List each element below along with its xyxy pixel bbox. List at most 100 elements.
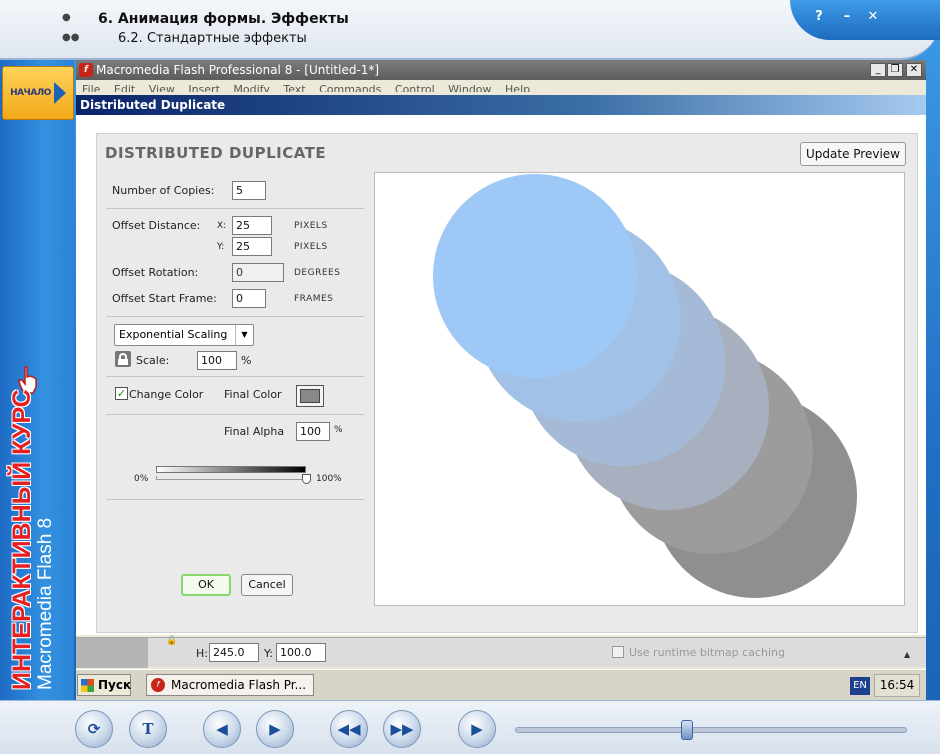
change-color-checkbox[interactable]: ✓: [115, 387, 128, 400]
start-frame-label: Offset Start Frame:: [112, 292, 217, 305]
windows-flag-icon: [81, 679, 94, 692]
ok-button[interactable]: OK: [181, 574, 231, 596]
start-menu-button[interactable]: Пуск: [77, 674, 131, 696]
copies-label: Number of Copies:: [112, 184, 215, 197]
dialog-titlebar: Distributed Duplicate: [76, 95, 926, 115]
flash-logo-icon: f: [79, 63, 93, 77]
scale-input[interactable]: 100: [197, 351, 237, 370]
change-color-label: Change Color: [129, 388, 204, 401]
header-controls: ? – ✕: [790, 0, 940, 40]
divider: [106, 499, 364, 500]
taskbar-item-flash[interactable]: f Macromedia Flash Pr...: [146, 674, 314, 696]
start-button[interactable]: НАЧАЛО: [2, 66, 74, 120]
bitmap-caching-checkbox[interactable]: [612, 646, 624, 658]
dialog-panel: DISTRIBUTED DUPLICATE Update Preview Num…: [96, 133, 918, 633]
refresh-icon[interactable]: ⟳: [75, 710, 113, 748]
scaling-value: Exponential Scaling: [119, 328, 228, 341]
course-brand-product: Macromedia Flash 8: [35, 517, 56, 690]
play-icon[interactable]: ▶: [458, 710, 496, 748]
progress-thumb[interactable]: [681, 720, 694, 740]
cancel-button[interactable]: Cancel: [241, 574, 293, 596]
final-alpha-input[interactable]: 100: [296, 422, 330, 441]
x-unit: PIXELS: [294, 221, 328, 231]
final-alpha-label: Final Alpha: [224, 425, 285, 438]
menu-control[interactable]: Control: [395, 83, 435, 92]
rotation-input[interactable]: 0: [232, 263, 284, 282]
properties-left-gutter: [76, 638, 148, 668]
flash-app-icon: f: [151, 678, 165, 692]
y-label: Y:: [217, 242, 225, 252]
forward-icon[interactable]: ▶: [256, 710, 294, 748]
chevron-down-icon: ▼: [235, 325, 253, 345]
scaling-dropdown[interactable]: Exponential Scaling ▼: [114, 324, 254, 346]
scale-label: Scale:: [136, 354, 170, 367]
y-pos-input[interactable]: 100.0: [276, 643, 326, 662]
height-input[interactable]: 245.0: [209, 643, 259, 662]
fast-forward-icon[interactable]: ▶▶: [383, 710, 421, 748]
progress-track[interactable]: [515, 727, 907, 733]
alpha-max-label: 100%: [316, 474, 342, 484]
taskbar: Пуск f Macromedia Flash Pr... EN 16:54: [76, 669, 926, 700]
final-color-label: Final Color: [224, 388, 282, 401]
language-indicator[interactable]: EN: [850, 677, 870, 695]
divider: [106, 414, 364, 415]
lesson-subtitle: 6.2. Стандартные эффекты: [118, 31, 307, 46]
collapse-icon[interactable]: ▲: [904, 650, 910, 659]
menu-insert[interactable]: Insert: [188, 83, 220, 92]
minimize-icon[interactable]: _: [870, 63, 886, 77]
menu-view[interactable]: View: [149, 83, 175, 92]
divider: [106, 316, 364, 317]
flash-window-title: Macromedia Flash Professional 8 - [Untit…: [96, 63, 380, 77]
menu-text[interactable]: Text: [283, 83, 305, 92]
flash-window: f Macromedia Flash Professional 8 - [Unt…: [76, 60, 926, 700]
start-frame-unit: FRAMES: [294, 294, 334, 304]
alpha-slider-ticks: [156, 476, 306, 480]
back-icon[interactable]: ◀: [203, 710, 241, 748]
start-menu-label: Пуск: [98, 678, 132, 692]
taskbar-item-label: Macromedia Flash Pr...: [171, 678, 307, 692]
minimize-icon[interactable]: –: [838, 9, 856, 25]
menu-edit[interactable]: Edit: [114, 83, 135, 92]
offset-distance-label: Offset Distance:: [112, 219, 201, 232]
y-pos-label: Y:: [264, 647, 273, 660]
rotation-label: Offset Rotation:: [112, 266, 199, 279]
properties-panel: 🔒 H: 245.0 Y: 100.0 Use runtime bitmap c…: [76, 636, 926, 668]
arrow-right-icon: [53, 82, 66, 104]
alpha-slider-track[interactable]: [156, 466, 306, 473]
offset-y-input[interactable]: 25: [232, 237, 272, 256]
alpha-slider-thumb[interactable]: [302, 474, 311, 484]
lock-icon[interactable]: [115, 351, 131, 367]
restore-icon[interactable]: ❐: [887, 63, 903, 77]
offset-x-input[interactable]: 25: [232, 216, 272, 235]
preview-original-circle: [433, 174, 637, 378]
scale-unit: %: [241, 354, 252, 367]
alpha-min-label: 0%: [134, 474, 149, 484]
divider: [106, 376, 364, 377]
y-unit: PIXELS: [294, 242, 328, 252]
menu-window[interactable]: Window: [448, 83, 491, 92]
bullet-icon: ●●: [62, 32, 80, 43]
preview-canvas: [433, 174, 857, 598]
flash-titlebar: f Macromedia Flash Professional 8 - [Unt…: [76, 60, 926, 80]
menu-help[interactable]: Help: [505, 83, 530, 92]
dialog-heading: DISTRIBUTED DUPLICATE: [105, 144, 327, 162]
help-icon[interactable]: ?: [810, 9, 828, 25]
rewind-icon[interactable]: ◀◀: [330, 710, 368, 748]
update-preview-button[interactable]: Update Preview: [800, 142, 906, 166]
final-color-swatch[interactable]: [296, 385, 324, 407]
bitmap-caching-label: Use runtime bitmap caching: [629, 646, 785, 659]
menu-commands[interactable]: Commands: [319, 83, 381, 92]
course-nav-bar: ⟳ T ◀ ▶ ◀◀ ▶▶ ▶: [0, 700, 940, 754]
menu-modify[interactable]: Modify: [233, 83, 269, 92]
start-label: НАЧАЛО: [10, 88, 51, 98]
alpha-unit: %: [334, 425, 343, 435]
close-icon[interactable]: ✕: [906, 63, 922, 77]
settings-panel: Number of Copies: 5 Offset Distance: X: …: [106, 174, 364, 607]
text-icon[interactable]: T: [129, 710, 167, 748]
menu-file[interactable]: File: [82, 83, 100, 92]
preview-area: [374, 172, 905, 606]
close-icon[interactable]: ✕: [864, 9, 882, 25]
copies-input[interactable]: 5: [232, 181, 266, 200]
course-brand: ИНТЕРАКТИВНЫЙ КУРС Macromedia Flash 8: [8, 389, 57, 690]
start-frame-input[interactable]: 0: [232, 289, 266, 308]
